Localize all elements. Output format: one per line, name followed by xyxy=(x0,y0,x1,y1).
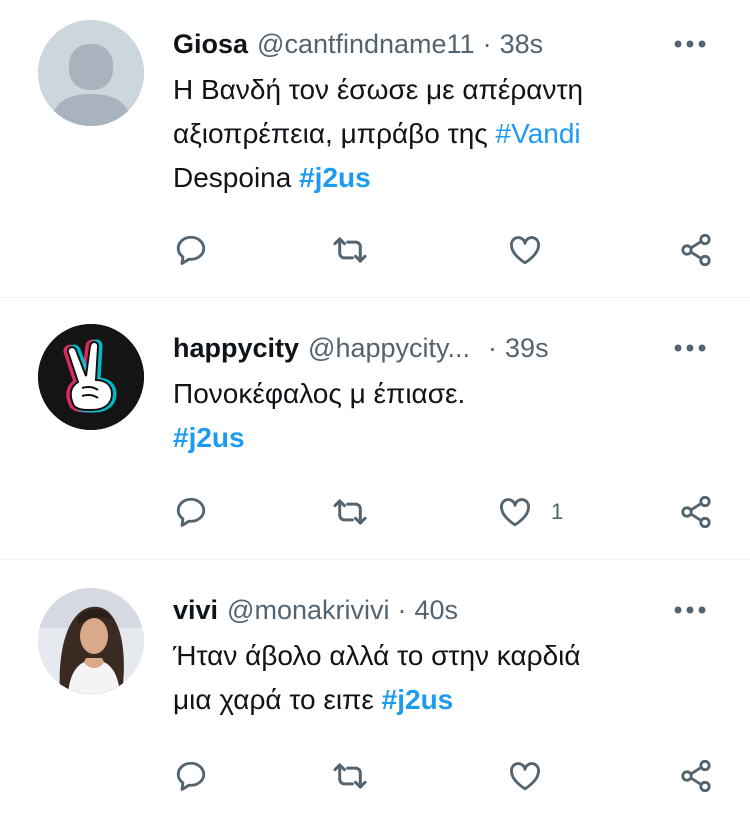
tweet-header: vivi @monakrivivi · 40s xyxy=(173,590,710,630)
avatar[interactable] xyxy=(38,588,144,694)
like-button[interactable] xyxy=(507,754,561,798)
retweet-icon xyxy=(333,763,367,789)
reply-button[interactable] xyxy=(173,754,209,798)
tweet-text: Η Βανδή τον έσωσε με απέραντη αξιοπρέπει… xyxy=(173,68,710,200)
more-icon xyxy=(674,344,706,352)
user-handle[interactable]: @cantfindname11 xyxy=(257,29,475,60)
reply-icon xyxy=(176,497,206,527)
share-button[interactable] xyxy=(678,490,714,534)
peace-sign-icon xyxy=(38,324,144,430)
hashtag-link[interactable]: #Vandi xyxy=(496,118,581,149)
timestamp[interactable]: 39s xyxy=(505,333,549,364)
share-icon xyxy=(681,759,711,793)
tweet-item[interactable]: Giosa @cantfindname11 · 38s Η Βανδή τον … xyxy=(0,0,750,298)
reply-icon xyxy=(176,761,206,791)
like-count: 1 xyxy=(551,499,564,524)
tweet-actions xyxy=(173,228,714,272)
default-avatar-icon xyxy=(38,20,144,126)
tweet-actions xyxy=(173,754,714,798)
separator-dot: · xyxy=(488,332,498,363)
share-button[interactable] xyxy=(678,228,714,272)
tweet-text-segment: μια χαρά το ειπε xyxy=(173,684,382,715)
heart-icon xyxy=(500,498,530,527)
retweet-button[interactable] xyxy=(331,490,369,534)
display-name[interactable]: vivi xyxy=(173,595,218,626)
separator-dot: · xyxy=(482,28,492,59)
timestamp[interactable]: 40s xyxy=(414,595,458,626)
tweet-text-segment: αξιοπρέπεια, μπράβο της xyxy=(173,118,496,149)
share-icon xyxy=(681,233,711,267)
tweet-actions: 1 xyxy=(173,490,714,534)
like-button[interactable] xyxy=(507,228,561,272)
tweet-text-line: Πονοκέφαλος μ έπιασε. xyxy=(173,378,466,409)
tweet-text-line: #j2us xyxy=(173,416,710,460)
retweet-icon xyxy=(333,237,367,263)
display-name[interactable]: happycity xyxy=(173,333,299,364)
more-options-button[interactable] xyxy=(670,590,710,630)
share-icon xyxy=(681,495,711,529)
tweet-item[interactable]: happycity @happycity... · 39s Πονοκέφαλο… xyxy=(0,298,750,560)
more-options-button[interactable] xyxy=(670,328,710,368)
more-options-button[interactable] xyxy=(670,24,710,64)
tweet-content: happycity @happycity... · 39s Πονοκέφαλο… xyxy=(173,328,710,460)
timestamp[interactable]: 38s xyxy=(500,29,544,60)
retweet-button[interactable] xyxy=(331,228,369,272)
tweet-content: vivi @monakrivivi · 40s Ήταν άβολο αλλά … xyxy=(173,590,710,722)
tweet-item[interactable]: vivi @monakrivivi · 40s Ήταν άβολο αλλά … xyxy=(0,560,750,822)
display-name[interactable]: Giosa xyxy=(173,29,248,60)
user-handle[interactable]: @monakrivivi xyxy=(227,595,389,626)
user-handle[interactable]: @happycity... xyxy=(308,333,470,364)
more-icon xyxy=(674,40,706,48)
tweet-text-line: Ήταν άβολο αλλά το στην καρδιά xyxy=(173,640,581,671)
retweet-icon xyxy=(333,499,367,525)
tweet-text: Ήταν άβολο αλλά το στην καρδιά μια χαρά … xyxy=(173,634,710,722)
separator-dot: · xyxy=(397,594,407,625)
reply-icon xyxy=(176,235,206,265)
hashtag-link[interactable]: #j2us xyxy=(173,422,245,453)
heart-icon xyxy=(510,762,540,791)
avatar[interactable] xyxy=(38,324,144,430)
retweet-button[interactable] xyxy=(331,754,369,798)
more-icon xyxy=(674,606,706,614)
reply-button[interactable] xyxy=(173,490,209,534)
tweet-text: Πονοκέφαλος μ έπιασε. #j2us xyxy=(173,372,710,460)
tweet-header: Giosa @cantfindname11 · 38s xyxy=(173,24,710,64)
share-button[interactable] xyxy=(678,754,714,798)
tweet-content: Giosa @cantfindname11 · 38s Η Βανδή τον … xyxy=(173,24,710,200)
hashtag-link[interactable]: #j2us xyxy=(382,684,454,715)
tweet-header: happycity @happycity... · 39s xyxy=(173,328,710,368)
tweet-text-line: αξιοπρέπεια, μπράβο της #Vandi xyxy=(173,112,710,156)
user-photo-icon xyxy=(38,588,144,694)
reply-button[interactable] xyxy=(173,228,209,272)
tweet-text-line: μια χαρά το ειπε #j2us xyxy=(173,678,710,722)
hashtag-link[interactable]: #j2us xyxy=(299,162,371,193)
avatar[interactable] xyxy=(38,20,144,126)
tweet-text-segment: Despoina xyxy=(173,162,300,193)
tweet-text-line: Η Βανδή τον έσωσε με απέραντη xyxy=(173,74,584,105)
heart-icon xyxy=(510,236,540,265)
like-button[interactable]: 1 xyxy=(497,490,563,534)
tweet-text-line: Despoina #j2us xyxy=(173,156,710,200)
